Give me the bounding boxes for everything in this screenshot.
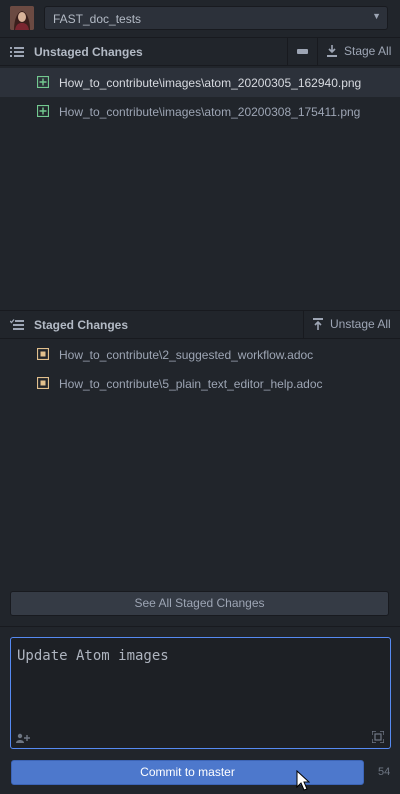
- staged-file-row[interactable]: How_to_contribute\2_suggested_workflow.a…: [0, 340, 400, 369]
- staged-file-name: How_to_contribute\2_suggested_workflow.a…: [59, 348, 314, 362]
- unstaged-file-name: How_to_contribute\images\atom_20200308_1…: [59, 105, 361, 119]
- unstaged-changes-header: Unstaged Changes Stage All: [0, 37, 400, 66]
- unstaged-file-row[interactable]: How_to_contribute\images\atom_20200308_1…: [0, 97, 400, 126]
- unstaged-file-name: How_to_contribute\images\atom_20200305_1…: [59, 76, 362, 90]
- expand-editor-icon[interactable]: [372, 731, 384, 743]
- mouse-pointer-icon: [296, 770, 310, 791]
- upload-arrow-icon: [313, 318, 323, 330]
- see-all-staged-changes-button[interactable]: See All Staged Changes: [10, 591, 389, 616]
- stage-all-button[interactable]: Stage All: [317, 38, 400, 65]
- unstaged-file-list: How_to_contribute\images\atom_20200305_1…: [0, 66, 400, 309]
- unstaged-file-row[interactable]: How_to_contribute\images\atom_20200305_1…: [0, 68, 400, 97]
- staged-file-list: How_to_contribute\2_suggested_workflow.a…: [0, 339, 400, 587]
- remaining-characters-count: 54: [378, 766, 391, 778]
- download-arrow-icon: [327, 45, 337, 57]
- divider: [0, 626, 400, 627]
- add-co-author-icon[interactable]: [16, 733, 30, 743]
- list-check-icon: [10, 319, 24, 330]
- commit-message-editor[interactable]: Update Atom images: [10, 637, 391, 749]
- file-added-icon: [37, 105, 49, 117]
- staged-file-name: How_to_contribute\5_plain_text_editor_he…: [59, 377, 323, 391]
- unstage-all-label: Unstage All: [330, 317, 391, 331]
- discard-all-button[interactable]: [287, 38, 317, 65]
- commit-button[interactable]: Commit to master: [11, 760, 364, 785]
- repository-select[interactable]: FAST_doc_tests ▼: [44, 6, 388, 30]
- list-unordered-icon: [10, 47, 24, 57]
- staged-changes-header: Staged Changes Unstage All: [0, 310, 400, 339]
- unstaged-changes-title: Unstaged Changes: [34, 45, 143, 59]
- user-avatar[interactable]: [10, 6, 34, 30]
- chevron-down-icon: ▼: [372, 11, 381, 21]
- repository-bar: FAST_doc_tests ▼: [0, 0, 400, 38]
- repository-name: FAST_doc_tests: [53, 12, 142, 26]
- minus-square-icon: [297, 49, 308, 54]
- staged-changes-title: Staged Changes: [34, 318, 129, 332]
- commit-message-text: Update Atom images: [17, 648, 169, 664]
- file-added-icon: [37, 76, 49, 88]
- file-modified-icon: [37, 377, 49, 389]
- staged-file-row[interactable]: How_to_contribute\5_plain_text_editor_he…: [0, 369, 400, 398]
- stage-all-label: Stage All: [344, 44, 392, 58]
- file-modified-icon: [37, 348, 49, 360]
- unstage-all-button[interactable]: Unstage All: [303, 311, 400, 338]
